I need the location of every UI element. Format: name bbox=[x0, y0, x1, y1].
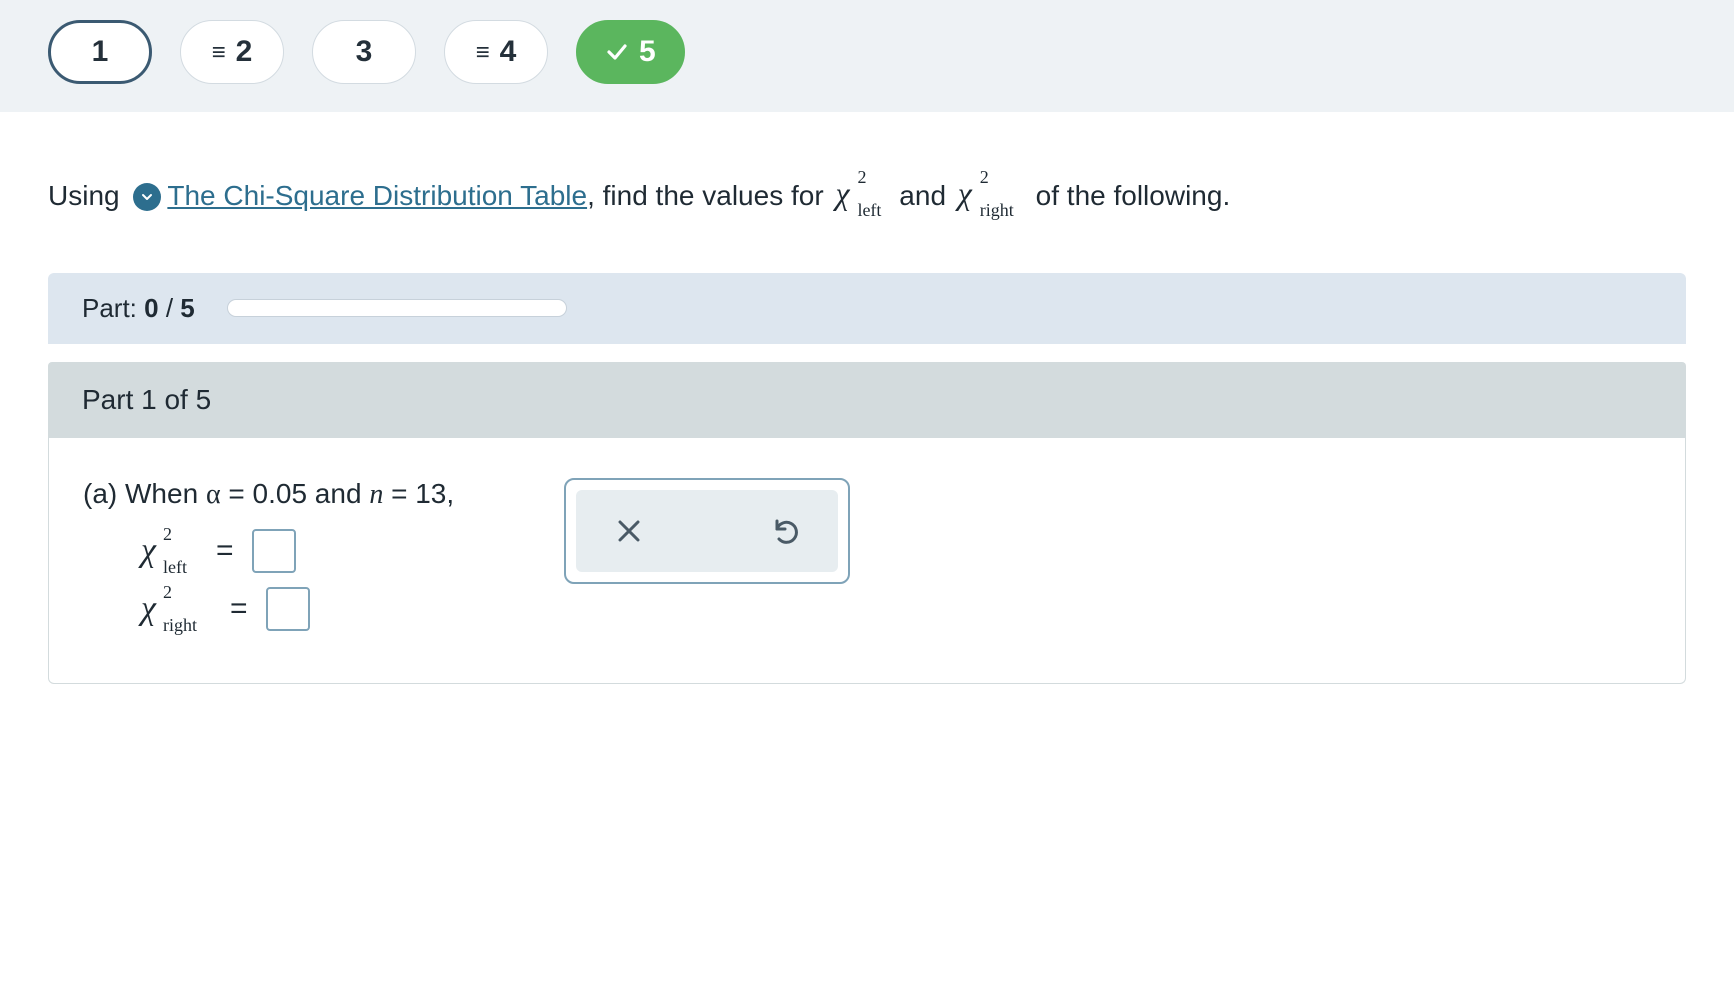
chi-right-input[interactable] bbox=[266, 587, 310, 631]
nav-pill-4[interactable]: ≡ 4 bbox=[444, 20, 548, 84]
prompt-tail: of the following. bbox=[1028, 176, 1230, 217]
nav-pill-label: 3 bbox=[356, 35, 373, 69]
nav-pill-1[interactable]: 1 bbox=[48, 20, 152, 84]
equals-sign: = bbox=[230, 592, 248, 626]
part-body: (a) When α = 0.05 and n = 13, χ2left = χ… bbox=[48, 438, 1686, 684]
question-text: (a) When α = 0.05 and n = 13, bbox=[83, 478, 454, 511]
part-progress-label: Part: 0 / 5 bbox=[82, 293, 195, 324]
content-area: Using The Chi-Square Distribution Table … bbox=[0, 112, 1734, 684]
prompt-and: and bbox=[892, 176, 954, 217]
chi-square-right-symbol: χ2right bbox=[141, 590, 208, 628]
nav-pill-label: 1 bbox=[92, 35, 109, 69]
nav-pill-5[interactable]: 5 bbox=[576, 20, 685, 84]
clear-button[interactable] bbox=[606, 508, 652, 554]
close-icon bbox=[614, 516, 644, 546]
chi-left-input[interactable] bbox=[252, 529, 296, 573]
list-icon: ≡ bbox=[212, 41, 226, 65]
equation-row-left: χ2left = bbox=[137, 529, 454, 573]
question-nav: 1 ≡ 2 3 ≡ 4 5 bbox=[0, 0, 1734, 112]
equation-row-right: χ2right = bbox=[137, 587, 454, 631]
equals-sign: = bbox=[216, 534, 234, 568]
nav-pill-3[interactable]: 3 bbox=[312, 20, 416, 84]
answer-action-panel bbox=[564, 478, 850, 584]
chevron-down-icon[interactable] bbox=[133, 183, 161, 211]
list-icon: ≡ bbox=[476, 41, 490, 65]
check-icon bbox=[605, 40, 629, 64]
prompt-lead: Using bbox=[48, 176, 127, 217]
nav-pill-2[interactable]: ≡ 2 bbox=[180, 20, 284, 84]
part-header: Part 1 of 5 bbox=[48, 362, 1686, 438]
nav-pill-label: 5 bbox=[639, 35, 656, 69]
nav-pill-label: 4 bbox=[500, 35, 517, 69]
chi-square-right-symbol: χ2right bbox=[958, 170, 1024, 217]
reset-button[interactable] bbox=[762, 508, 808, 554]
question-prompt: Using The Chi-Square Distribution Table … bbox=[48, 170, 1686, 217]
chi-square-left-symbol: χ2left bbox=[141, 532, 194, 570]
chi-square-table-link[interactable]: The Chi-Square Distribution Table bbox=[167, 176, 587, 217]
part-progress-bar: Part: 0 / 5 bbox=[48, 273, 1686, 344]
undo-icon bbox=[769, 515, 801, 547]
prompt-mid: , find the values for bbox=[587, 176, 831, 217]
nav-pill-label: 2 bbox=[236, 35, 253, 69]
answer-action-inner bbox=[576, 490, 838, 572]
progress-track bbox=[227, 299, 567, 317]
question-column: (a) When α = 0.05 and n = 13, χ2left = χ… bbox=[83, 478, 454, 631]
chi-square-left-symbol: χ2left bbox=[835, 170, 887, 217]
